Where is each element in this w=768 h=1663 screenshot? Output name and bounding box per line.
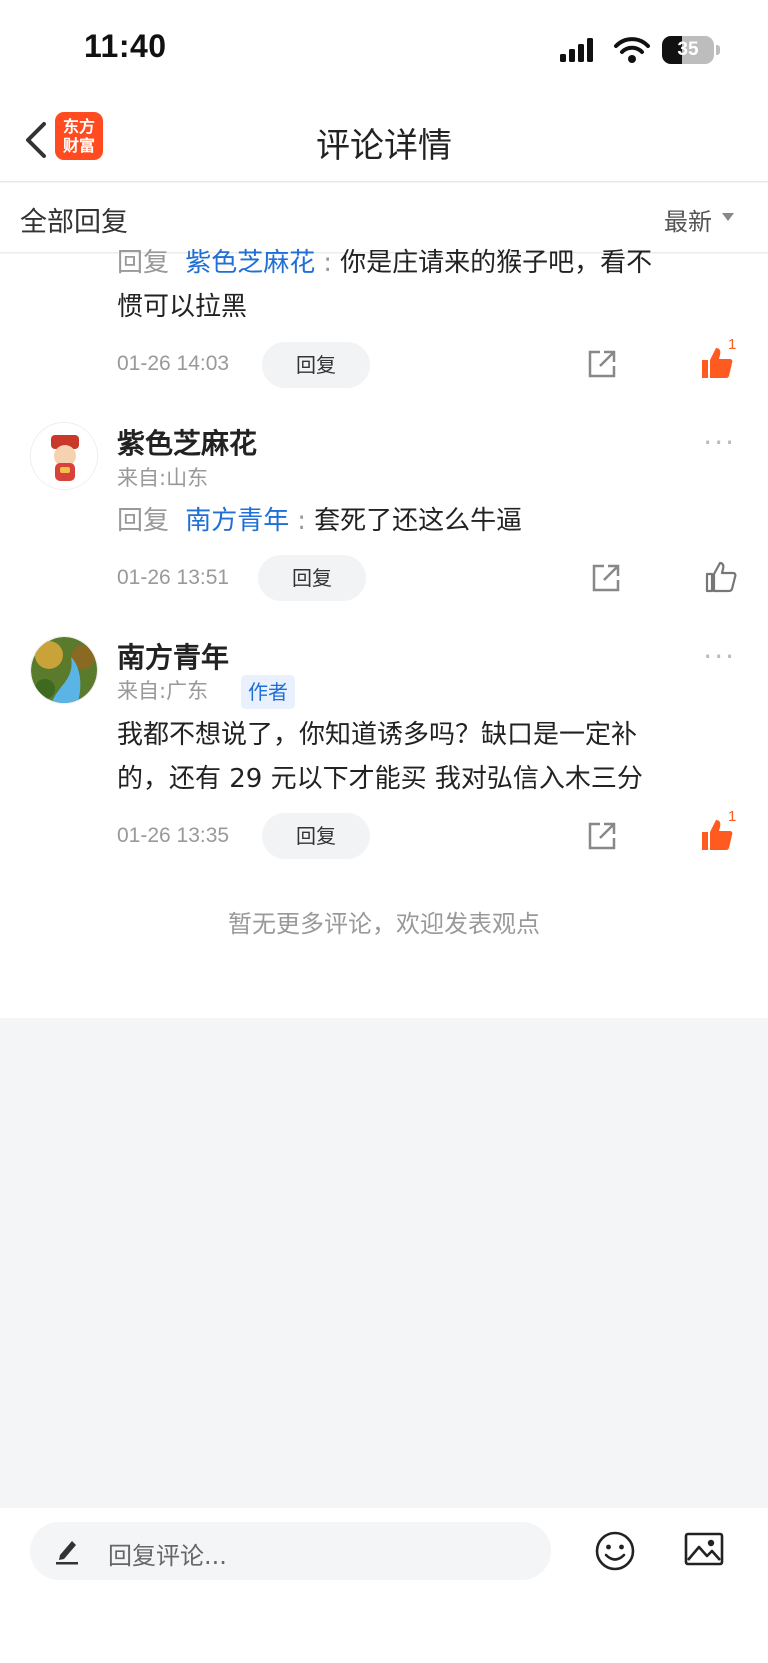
reply-to-user-link[interactable]: 南方青年 <box>185 506 289 536</box>
avatar[interactable] <box>30 636 98 704</box>
pencil-icon <box>56 1541 78 1565</box>
reply-input[interactable]: 回复评论... <box>30 1522 551 1580</box>
nav-bar: 东方 财富 评论详情 <box>0 100 768 182</box>
username[interactable]: 南方青年 <box>117 636 229 676</box>
thumbs-up-icon[interactable] <box>704 560 738 594</box>
share-icon[interactable] <box>586 348 618 380</box>
more-options-icon[interactable]: ··· <box>703 426 736 459</box>
more-options-icon[interactable]: ··· <box>703 640 736 673</box>
wifi-icon <box>614 37 650 63</box>
reply-button[interactable]: 回复 <box>262 342 370 388</box>
comment-time: 01-26 13:35 <box>117 824 230 847</box>
image-icon[interactable] <box>684 1532 724 1566</box>
status-bar: 11:40 35 <box>0 0 768 100</box>
reply-button[interactable]: 回复 <box>258 555 366 601</box>
author-badge: 作者 <box>241 675 295 709</box>
comment-text-cont: 的，还有 29 元以下才能买 我对弘信入木三分 <box>117 764 643 794</box>
share-icon[interactable] <box>590 562 622 594</box>
reply-to-user-link[interactable]: 紫色芝麻花 <box>185 248 315 278</box>
status-time: 11:40 <box>84 28 167 64</box>
location-label: 来自:山东 <box>117 466 209 490</box>
location-label: 来自:广东 <box>117 679 209 703</box>
chevron-down-icon[interactable] <box>722 213 734 221</box>
sort-dropdown[interactable]: 最新 <box>664 202 712 237</box>
end-of-list-message: 暂无更多评论，欢迎发表观点 <box>228 910 540 938</box>
like-count: 1 <box>728 336 737 353</box>
page-title: 评论详情 <box>316 126 452 166</box>
bottom-input-bar: 回复评论... <box>0 1508 768 1663</box>
comment-detail-page: 11:40 35 东方 财富 评论详情 全部回复 最新 回复 紫色芝麻花: 你… <box>0 0 768 1663</box>
avatar[interactable] <box>30 422 98 490</box>
comment-time: 01-26 14:03 <box>117 352 230 375</box>
share-icon[interactable] <box>586 820 618 852</box>
like-count: 1 <box>728 808 737 825</box>
reply-input-placeholder: 回复评论... <box>108 1542 227 1570</box>
avatar-image <box>31 637 97 703</box>
comment-text: 回复 紫色芝麻花: 你是庄请来的猴子吧，看不 <box>117 248 653 278</box>
comment-text: 回复 南方青年: 套死了还这么牛逼 <box>117 506 523 536</box>
comment-text: 我都不想说了，你知道诱多吗？缺口是一定补 <box>117 720 638 750</box>
all-replies-label: 全部回复 <box>20 207 128 238</box>
battery-level: 35 <box>677 39 699 60</box>
emoji-icon[interactable] <box>594 1530 636 1572</box>
comment-text-cont: 惯可以拉黑 <box>117 292 248 322</box>
signal-icon <box>560 38 593 62</box>
reply-button[interactable]: 回复 <box>262 813 370 859</box>
battery-icon: 35 <box>662 36 714 64</box>
username[interactable]: 紫色芝麻花 <box>117 422 257 462</box>
avatar-image <box>31 423 97 489</box>
comment-list: 回复 紫色芝麻花: 你是庄请来的猴子吧，看不 惯可以拉黑 01-26 14:03 … <box>0 248 768 1018</box>
comment-time: 01-26 13:51 <box>117 566 230 589</box>
